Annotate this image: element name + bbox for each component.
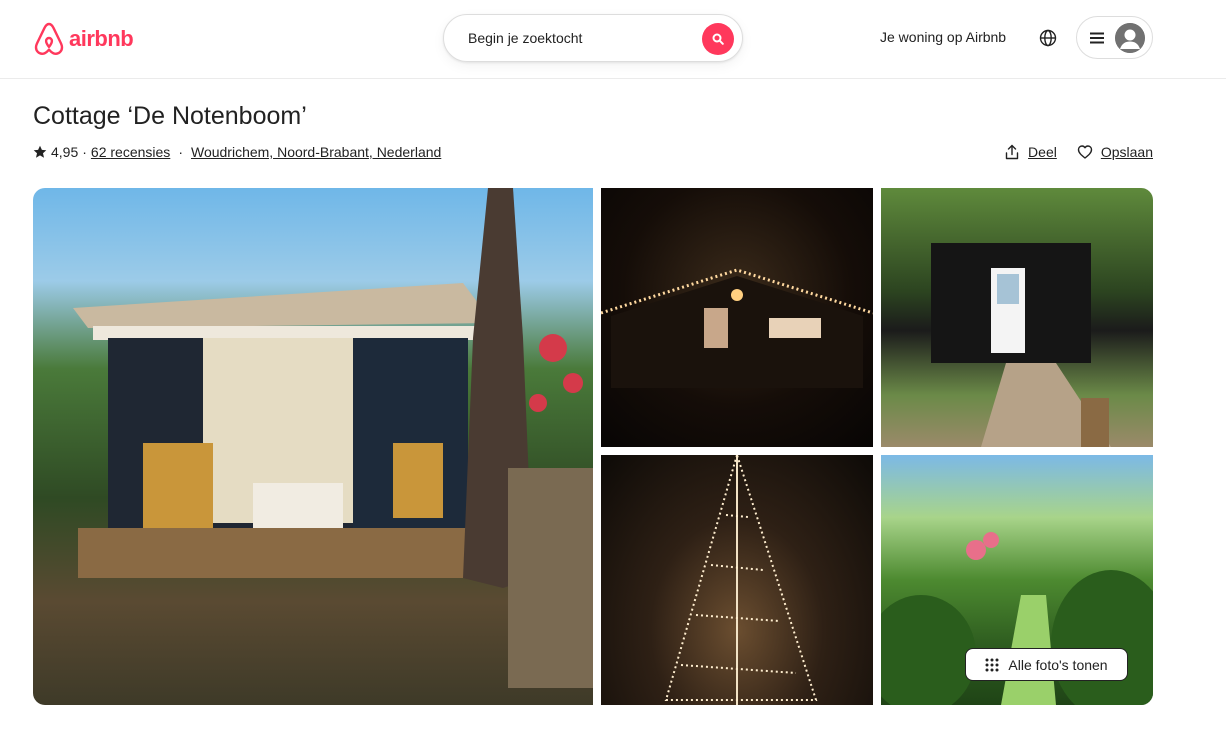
airbnb-logo[interactable]: airbnb [33,22,134,56]
light-tree-photo[interactable] [601,455,873,705]
listing-actions: Deel Opslaan [1004,144,1153,160]
listing-meta: 4,95 · 62 recensies · Woudrichem, Noord-… [33,144,441,160]
cottage-night-lights-photo[interactable] [601,188,873,447]
share-icon [1005,144,1019,160]
top-header: airbnb Begin je zoektocht Je woning op A… [0,0,1226,79]
brand-name: airbnb [69,26,134,51]
cottage-garden-door-photo[interactable] [881,188,1153,447]
show-all-label: Alle foto's tonen [1008,656,1108,673]
search-button[interactable] [702,23,734,55]
search-icon [712,33,724,45]
hamburger-icon [1090,32,1104,43]
rating-separator: · [82,144,87,160]
rating-value: 4,95 [51,144,79,160]
save-label: Opslaan [1100,144,1153,160]
user-avatar-icon [1115,22,1145,53]
heart-icon [1077,145,1093,159]
share-button[interactable]: Deel [1004,144,1057,160]
search-bar[interactable]: Begin je zoektocht [443,14,743,62]
reviews-link[interactable]: 62 recensies [91,144,170,160]
listing-title: Cottage ‘De Notenboom’ [33,102,307,130]
location-link[interactable]: Woudrichem, Noord-Brabant, Nederland [191,144,441,160]
meta-separator: · [178,144,183,160]
garden-door-illustration [931,243,1111,447]
save-button[interactable]: Opslaan [1077,144,1153,160]
user-menu-button[interactable] [1076,16,1153,59]
show-all-photos-button[interactable]: Alle foto's tonen [965,648,1128,681]
airbnb-logo-icon [34,22,64,55]
grid-dots-icon [985,658,999,671]
photo-gallery: Alle foto's tonen [33,188,1153,705]
night-cottage-illustration [601,268,873,388]
light-tree-illustration [664,455,818,705]
globe-icon[interactable] [1038,28,1058,48]
cottage-porch-photo[interactable] [33,188,593,705]
search-placeholder: Begin je zoektocht [468,30,583,46]
cottage-porch-illustration [73,188,593,688]
become-host-link[interactable]: Je woning op Airbnb [880,29,1006,45]
star-icon [33,145,47,158]
share-label: Deel [1028,144,1057,160]
